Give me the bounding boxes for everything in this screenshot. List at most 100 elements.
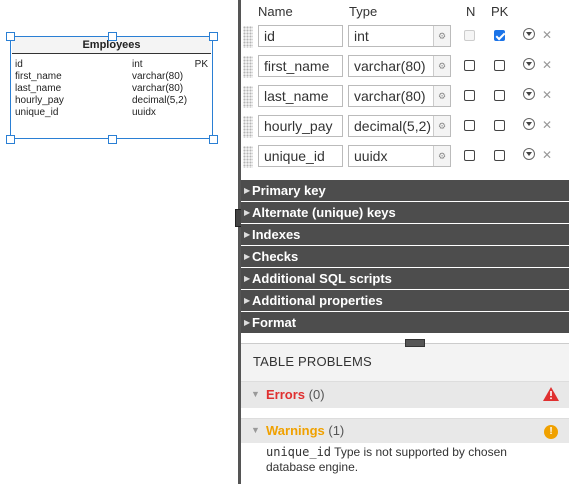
caret-right-icon: ▶ <box>244 274 251 283</box>
row-menu-chevron-icon[interactable] <box>523 88 535 100</box>
drag-handle-icon[interactable] <box>243 86 253 108</box>
warning-message: unique_id Type is not supported by chose… <box>266 445 546 475</box>
column-type-select[interactable]: varchar(80) ⚙ <box>348 55 451 77</box>
resize-handle-top[interactable] <box>108 32 117 41</box>
section-indexes[interactable]: ▶ Indexes <box>241 224 569 245</box>
gear-icon[interactable]: ⚙ <box>433 86 450 106</box>
section-additional-properties[interactable]: ▶ Additional properties <box>241 290 569 311</box>
section-label: Additional SQL scripts <box>252 271 392 286</box>
column-header-type: Type <box>349 4 378 19</box>
pk-checkbox[interactable] <box>494 90 505 101</box>
table-problems-header: TABLE PROBLEMS <box>241 343 569 382</box>
resize-handle-bottom-right[interactable] <box>209 135 218 144</box>
entity-employees[interactable]: Employees id int PK first_name varchar(8… <box>10 36 213 139</box>
entity-column-name: id <box>15 59 23 70</box>
warning-code: unique_id <box>266 445 332 459</box>
column-row: id int ⚙ ✕ <box>241 22 569 52</box>
problems-resize-grip[interactable] <box>405 339 425 347</box>
section-label: Alternate (unique) keys <box>252 205 396 220</box>
entity-column-key: PK <box>194 59 208 70</box>
gear-icon[interactable]: ⚙ <box>433 146 450 166</box>
nullable-checkbox[interactable] <box>464 90 475 101</box>
column-type-value: uuidx <box>354 148 388 164</box>
diagram-canvas[interactable]: Employees id int PK first_name varchar(8… <box>0 0 238 484</box>
column-type-select[interactable]: uuidx ⚙ <box>348 145 451 167</box>
column-row: unique_id uuidx ⚙ ✕ <box>241 142 569 172</box>
section-checks[interactable]: ▶ Checks <box>241 246 569 267</box>
entity-column-name: hourly_pay <box>15 95 64 106</box>
pk-checkbox[interactable] <box>494 120 505 131</box>
delete-row-close-icon[interactable]: ✕ <box>542 116 552 134</box>
gear-icon[interactable]: ⚙ <box>433 56 450 76</box>
drag-handle-icon[interactable] <box>243 116 253 138</box>
delete-row-close-icon[interactable]: ✕ <box>542 146 552 164</box>
entity-column-row[interactable]: first_name varchar(80) <box>15 71 208 83</box>
entity-column-row[interactable]: last_name varchar(80) <box>15 83 208 95</box>
resize-handle-top-left[interactable] <box>6 32 15 41</box>
nullable-checkbox[interactable] <box>464 30 475 41</box>
section-label: Additional properties <box>252 293 383 308</box>
entity-column-type: decimal(5,2) <box>132 95 188 106</box>
row-menu-chevron-icon[interactable] <box>523 58 535 70</box>
column-header-nullable: N <box>466 4 476 19</box>
nullable-checkbox[interactable] <box>464 120 475 131</box>
section-label: Checks <box>252 249 299 264</box>
entity-column-row[interactable]: id int PK <box>15 59 208 71</box>
gear-icon[interactable]: ⚙ <box>433 116 450 136</box>
resize-handle-bottom-left[interactable] <box>6 135 15 144</box>
pk-checkbox[interactable] <box>494 150 505 161</box>
section-sql-scripts[interactable]: ▶ Additional SQL scripts <box>241 268 569 289</box>
gear-icon[interactable]: ⚙ <box>433 26 450 46</box>
pk-checkbox[interactable] <box>494 60 505 71</box>
column-type-select[interactable]: decimal(5,2) ⚙ <box>348 115 451 137</box>
entity-column-row[interactable]: hourly_pay decimal(5,2) <box>15 95 208 107</box>
entity-column-name: last_name <box>15 83 62 94</box>
warnings-row[interactable]: ▼ Warnings (1) ! <box>241 418 569 443</box>
delete-row-close-icon[interactable]: ✕ <box>542 56 552 74</box>
nullable-checkbox[interactable] <box>464 60 475 71</box>
column-name-input[interactable]: last_name <box>258 85 343 107</box>
resize-handle-bottom[interactable] <box>108 135 117 144</box>
column-name-input[interactable]: unique_id <box>258 145 343 167</box>
drag-handle-icon[interactable] <box>243 26 253 48</box>
column-type-value: int <box>354 28 369 44</box>
caret-right-icon: ▶ <box>244 252 251 261</box>
pk-checkbox[interactable] <box>494 30 505 41</box>
column-header-name: Name <box>258 4 293 19</box>
caret-down-icon: ▼ <box>251 389 260 399</box>
section-label: Indexes <box>252 227 301 242</box>
caret-down-icon: ▼ <box>251 425 260 435</box>
caret-right-icon: ▶ <box>244 318 251 327</box>
caret-right-icon: ▶ <box>244 208 251 217</box>
entity-column-name: unique_id <box>15 107 59 118</box>
section-alternate-keys[interactable]: ▶ Alternate (unique) keys <box>241 202 569 223</box>
section-format[interactable]: ▶ Format <box>241 312 569 333</box>
table-problems-title: TABLE PROBLEMS <box>253 354 372 369</box>
section-primary-key[interactable]: ▶ Primary key <box>241 180 569 201</box>
row-menu-chevron-icon[interactable] <box>523 118 535 130</box>
entity-column-type: varchar(80) <box>132 83 184 94</box>
errors-row[interactable]: ▼ Errors (0) <box>241 381 569 408</box>
delete-row-close-icon[interactable]: ✕ <box>542 86 552 104</box>
column-type-select[interactable]: int ⚙ <box>348 25 451 47</box>
column-name-input[interactable]: hourly_pay <box>258 115 343 137</box>
row-menu-chevron-icon[interactable] <box>523 28 535 40</box>
errors-label: Errors <box>266 387 306 402</box>
column-name-input[interactable]: id <box>258 25 343 47</box>
warnings-count: (1) <box>328 423 345 438</box>
column-type-select[interactable]: varchar(80) ⚙ <box>348 85 451 107</box>
delete-row-close-icon[interactable]: ✕ <box>542 26 552 44</box>
resize-handle-top-right[interactable] <box>209 32 218 41</box>
caret-right-icon: ▶ <box>244 186 251 195</box>
error-triangle-icon <box>543 387 559 401</box>
column-name-input[interactable]: first_name <box>258 55 343 77</box>
drag-handle-icon[interactable] <box>243 146 253 168</box>
entity-column-row[interactable]: unique_id uuidx <box>15 107 208 119</box>
row-menu-chevron-icon[interactable] <box>523 148 535 160</box>
nullable-checkbox[interactable] <box>464 150 475 161</box>
column-type-value: varchar(80) <box>354 58 426 74</box>
caret-right-icon: ▶ <box>244 230 251 239</box>
drag-handle-icon[interactable] <box>243 56 253 78</box>
column-row: last_name varchar(80) ⚙ ✕ <box>241 82 569 112</box>
entity-column-type: uuidx <box>132 107 156 118</box>
